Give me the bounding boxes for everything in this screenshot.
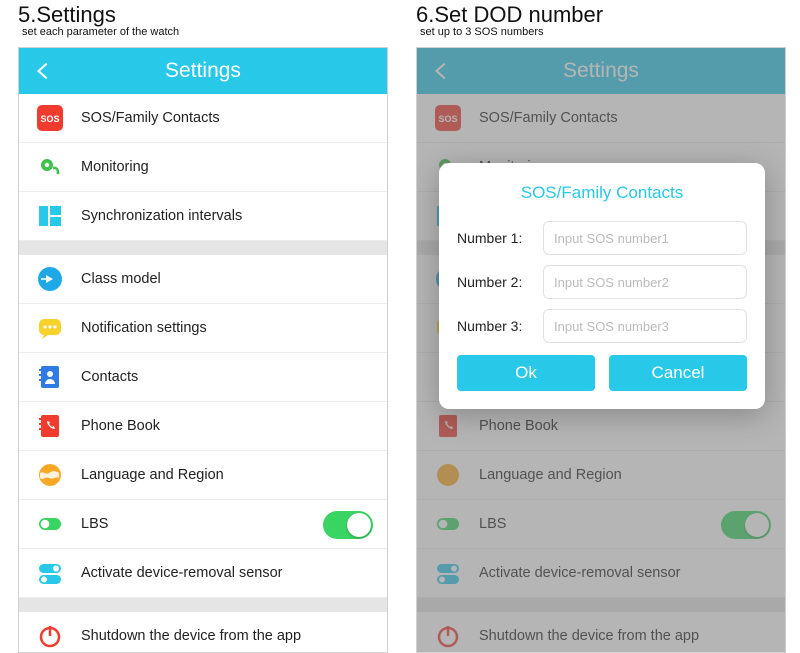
step-subtitle: set each parameter of the watch: [18, 26, 388, 38]
field-row-2: Number 2:: [457, 265, 747, 299]
settings-list-group-3: Shutdown the device from the app: [19, 612, 387, 653]
step-title: 6.Set DOD number: [416, 0, 786, 28]
phone-book-icon: [37, 413, 63, 439]
row-label: Phone Book: [81, 418, 160, 434]
power-icon: [37, 623, 63, 649]
field-label: Number 2:: [457, 274, 543, 290]
monitor-icon: [37, 154, 63, 180]
row-label: Monitoring: [81, 159, 149, 175]
section-gap: [19, 598, 387, 612]
svg-text:SOS: SOS: [40, 114, 59, 124]
row-phone-book[interactable]: Phone Book: [19, 402, 387, 451]
row-monitoring[interactable]: Monitoring: [19, 143, 387, 192]
sync-icon: [37, 203, 63, 229]
phone-screen-right: Settings SOS SOS/Family Contacts Monitor…: [416, 47, 786, 653]
removal-sensor-icon: [37, 560, 63, 586]
row-label: Contacts: [81, 369, 138, 385]
modal-button-row: Ok Cancel: [457, 355, 747, 391]
row-class-model[interactable]: Class model: [19, 255, 387, 304]
row-label: Activate device-removal sensor: [81, 565, 282, 581]
row-notification-settings[interactable]: Notification settings: [19, 304, 387, 353]
class-model-icon: [37, 266, 63, 292]
sos-icon: SOS: [37, 105, 63, 131]
row-label: Synchronization intervals: [81, 208, 242, 224]
ok-button[interactable]: Ok: [457, 355, 595, 391]
phone-screen-left: Settings SOS SOS/Family Contacts Monitor…: [18, 47, 388, 653]
sos-number-1-input[interactable]: [543, 221, 747, 255]
field-label: Number 3:: [457, 318, 543, 334]
lbs-switch[interactable]: [323, 511, 373, 539]
row-device-removal-sensor[interactable]: Activate device-removal sensor: [19, 549, 387, 598]
row-shutdown-device[interactable]: Shutdown the device from the app: [19, 612, 387, 653]
row-contacts[interactable]: Contacts: [19, 353, 387, 402]
settings-list-group-1: SOS SOS/Family Contacts Monitoring Synch…: [19, 94, 387, 241]
field-row-1: Number 1:: [457, 221, 747, 255]
app-header: Settings: [19, 48, 387, 94]
section-gap: [19, 241, 387, 255]
field-row-3: Number 3:: [457, 309, 747, 343]
row-language-region[interactable]: Language and Region: [19, 451, 387, 500]
row-sync-intervals[interactable]: Synchronization intervals: [19, 192, 387, 241]
row-label: Shutdown the device from the app: [81, 628, 301, 644]
panel-step-6: 6.Set DOD number set up to 3 SOS numbers…: [416, 0, 786, 653]
sos-contacts-modal: SOS/Family Contacts Number 1: Number 2: …: [439, 163, 765, 409]
globe-icon: [37, 462, 63, 488]
cancel-button[interactable]: Cancel: [609, 355, 747, 391]
row-label: Language and Region: [81, 467, 224, 483]
header-title: Settings: [165, 59, 241, 83]
lbs-toggle-icon: [37, 511, 63, 537]
sos-number-2-input[interactable]: [543, 265, 747, 299]
contacts-icon: [37, 364, 63, 390]
row-label: Notification settings: [81, 320, 207, 336]
step-title: 5.Settings: [18, 0, 388, 28]
row-sos-family-contacts[interactable]: SOS SOS/Family Contacts: [19, 94, 387, 143]
modal-title: SOS/Family Contacts: [457, 183, 747, 203]
row-label: Class model: [81, 271, 161, 287]
panel-step-5: 5.Settings set each parameter of the wat…: [18, 0, 388, 653]
row-label: SOS/Family Contacts: [81, 110, 220, 126]
row-label: LBS: [81, 516, 108, 532]
field-label: Number 1:: [457, 230, 543, 246]
row-lbs[interactable]: LBS: [19, 500, 387, 549]
sos-number-3-input[interactable]: [543, 309, 747, 343]
back-arrow-icon[interactable]: [33, 60, 55, 82]
settings-list-group-2: Class model Notification settings Contac…: [19, 255, 387, 598]
notification-icon: [37, 315, 63, 341]
